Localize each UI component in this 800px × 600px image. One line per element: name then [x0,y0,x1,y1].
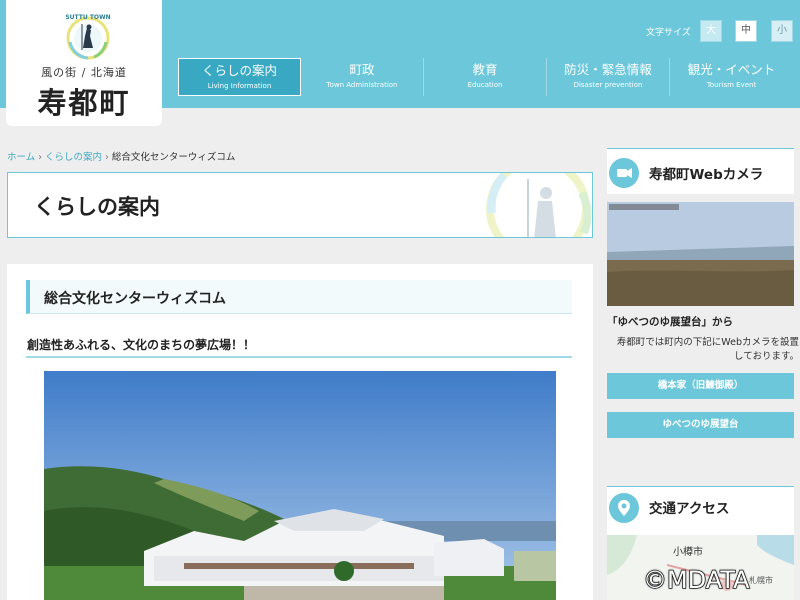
nav-item-living[interactable]: くらしの案内 Living Information [178,58,301,96]
access-title: 交通アクセス [649,501,730,517]
nav-item-label: 観光・イベント [687,62,776,77]
lead-divider [26,356,572,358]
font-size-label: 文字サイズ [646,28,691,38]
webcam-header: 寿都町Webカメラ [607,148,794,194]
site-header: SUTTU TOWN 風の街 / 北海道 寿都町 文字サイズ 大 中 小 くらし… [0,0,800,126]
font-size-medium-button[interactable]: 中 [735,20,757,42]
nav-item-sublabel: Town Administration [326,81,398,89]
webcam-description-line: 寿都町では町内の下記にWebカメラを設置 [616,337,799,348]
webcam-yubetsu-button[interactable]: ゆべつのゆ展望台 [607,412,794,438]
breadcrumb-separator: › [105,152,109,163]
map-pin-icon [609,493,639,523]
map-city-label: 札幌市 [749,576,773,585]
webcam-hashimoto-button[interactable]: 橋本家（旧鰊御殿） [607,373,794,399]
nav-item-sublabel: Education [467,81,503,89]
breadcrumb-current: 総合文化センターウィズコム [111,152,236,163]
webcam-description: 寿都町では町内の下記にWebカメラを設置 しております。 [613,336,799,364]
breadcrumb-section-link[interactable]: くらしの案内 [45,152,102,163]
emblem-decoration-icon [486,173,592,237]
page-title: くらしの案内 [34,195,160,219]
webcam-caption: 「ゆべつのゆ展望台」から [607,316,733,328]
video-camera-icon [609,158,639,188]
nav-item-label: 防災・緊急情報 [564,62,652,77]
logo-town-name: 寿都町 [37,86,131,120]
breadcrumb: ホーム › くらしの案内 › 総合文化センターウィズコム [7,149,235,163]
logo-tagline: 風の街 / 北海道 [41,66,127,79]
nav-item-sublabel: Disaster prevention [573,81,643,89]
webcam-widget: 寿都町Webカメラ 「ゆべつのゆ展望台」から 寿都町では町内の下記にWebカメラ… [607,148,799,386]
section-heading: 総合文化センターウィズコム [44,291,226,307]
nav-item-label: 教育 [472,62,498,77]
watermark: ©MDATA [642,565,750,595]
nav-item-label: くらしの案内 [201,63,277,78]
map-city-label: 小樽市 [673,547,703,558]
nav-item-education[interactable]: 教育 Education [424,58,547,96]
font-size-small-button[interactable]: 小 [771,20,793,42]
town-emblem-icon: SUTTU TOWN [65,14,111,60]
nav-item-sublabel: Tourism Event [706,81,757,89]
nav-item-town-administration[interactable]: 町政 Town Administration [301,58,424,96]
font-size-large-button[interactable]: 大 [700,20,722,42]
global-nav: くらしの案内 Living Information 町政 Town Admini… [178,58,794,96]
breadcrumb-home-link[interactable]: ホーム [7,152,35,163]
nav-item-tourism-event[interactable]: 観光・イベント Tourism Event [670,58,793,96]
nav-item-sublabel: Living Information [207,82,272,90]
section-heading-box: 総合文化センターウィズコム [26,280,572,314]
main-content: 総合文化センターウィズコム 創造性あふれる、文化のまちの夢広場！！ [7,264,593,600]
building-photo [44,371,556,600]
nav-item-disaster-prevention[interactable]: 防災・緊急情報 Disaster prevention [547,58,670,96]
webcam-title: 寿都町Webカメラ [649,167,764,183]
svg-text:SUTTU TOWN: SUTTU TOWN [65,14,110,21]
nav-item-label: 町政 [349,62,375,77]
site-logo[interactable]: SUTTU TOWN 風の街 / 北海道 寿都町 [6,0,162,126]
page-title-banner: くらしの案内 [7,172,593,238]
breadcrumb-separator: › [38,152,43,163]
webcam-description-line: しております。 [734,351,799,362]
webcam-image[interactable] [607,202,794,306]
lead-text: 創造性あふれる、文化のまちの夢広場！！ [27,338,256,352]
